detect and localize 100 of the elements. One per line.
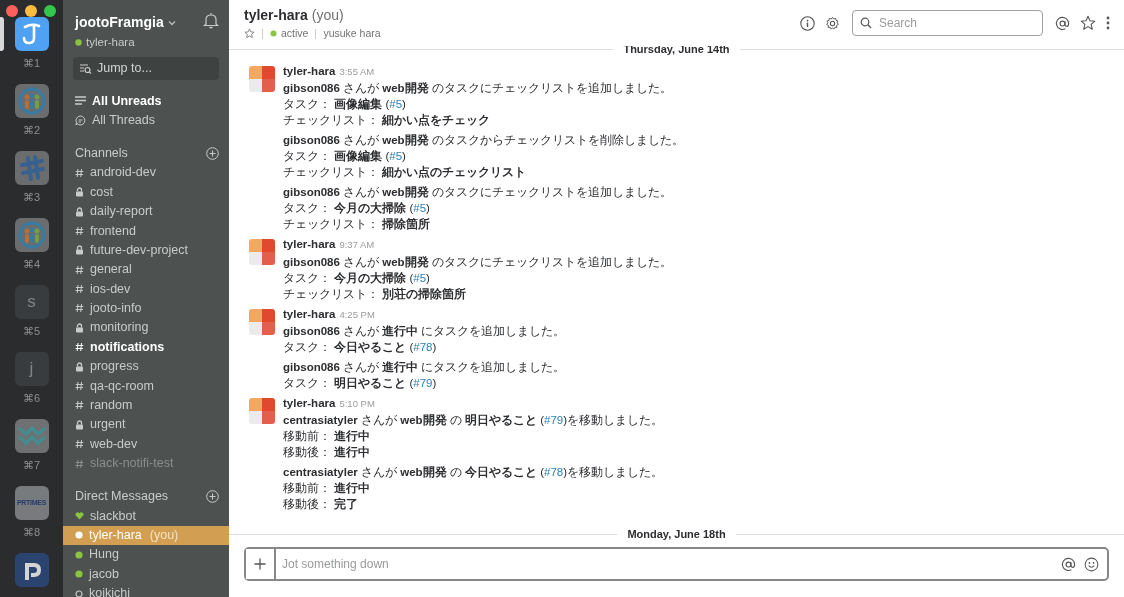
team-name[interactable]: jootoFramgia (75, 12, 164, 33)
channel-item[interactable]: progress (63, 356, 229, 377)
sidebar-item[interactable]: All Threads (63, 110, 229, 131)
timestamp[interactable]: 3:55 AM (339, 65, 375, 80)
mention-icon[interactable] (1055, 15, 1070, 31)
timestamp[interactable]: 5:10 PM (339, 396, 375, 411)
timestamp[interactable]: 4:25 PM (339, 307, 375, 322)
add-button[interactable] (246, 549, 276, 579)
star-icon[interactable] (244, 28, 255, 39)
message-text: 移動前： 進行中 (283, 481, 372, 496)
message-text: チェックリスト： 掃除箇所 (283, 217, 432, 233)
channel-item[interactable]: notifications (63, 337, 229, 357)
divider-line (315, 28, 317, 39)
jump-icon (79, 63, 92, 75)
workspace-icon[interactable]: j (14, 352, 49, 386)
mention-icon[interactable] (1061, 556, 1076, 572)
direct-message-item[interactable]: koikichi (63, 583, 229, 597)
workspace-initial: s (27, 291, 36, 314)
workspace-icon[interactable]: s (14, 285, 49, 319)
message-text: タスク： 画像編集 (#5) (283, 97, 407, 113)
message-text: gibson086 さんが web開発 のタスクにチェックリストを追加しました。 (283, 81, 673, 97)
full-name: yusuke hara (323, 25, 381, 41)
author-name[interactable]: tyler-hara (283, 63, 336, 81)
message-input[interactable]: Jot something down (276, 549, 1061, 579)
speech-bubble-icon (75, 114, 86, 126)
direct-message-item[interactable]: jacob (63, 564, 229, 584)
presence-dot-icon (75, 550, 83, 559)
minimize-button[interactable] (25, 5, 37, 17)
author-name[interactable]: tyler-hara (283, 394, 336, 412)
channel-item[interactable]: urgent (63, 415, 229, 435)
author-name[interactable]: tyler-hara (283, 305, 336, 323)
task-link[interactable]: #78 (413, 340, 433, 353)
workspace-icon[interactable] (14, 553, 49, 587)
message-text: タスク： 明日やること (#79) (283, 375, 438, 391)
channel-item[interactable]: general (63, 260, 229, 280)
more-icon[interactable] (1106, 16, 1110, 30)
timestamp[interactable]: 9:37 AM (339, 238, 375, 253)
message-text: チェックリスト： 別荘の掃除箇所 (283, 286, 468, 302)
avatar-icon (249, 239, 275, 266)
task-link[interactable]: #79 (413, 376, 433, 389)
task-link[interactable]: #79 (544, 414, 564, 426)
add-icon[interactable] (206, 146, 219, 160)
direct-message-item[interactable]: Hung (63, 545, 229, 565)
message-text: タスク： 今日やること (#78) (283, 339, 438, 355)
shortcut-label: ⌘1 (22, 56, 41, 71)
message-text: 移動後： 完了 (283, 496, 360, 512)
channel-item[interactable]: ios-dev (63, 279, 229, 299)
channel-item[interactable]: future-dev-project (63, 240, 229, 260)
settings-icon[interactable] (825, 15, 840, 31)
task-link[interactable]: #78 (544, 466, 564, 478)
channel-item[interactable]: android-dev (63, 163, 229, 183)
add-icon[interactable] (206, 489, 219, 503)
channel-item[interactable]: random (63, 395, 229, 416)
message-text: 移動後： 進行中 (283, 445, 372, 460)
message-text: 移動前： 進行中 (283, 429, 372, 444)
message-text: gibson086 さんが web開発 のタスクにチェックリストを追加しました。 (283, 185, 673, 201)
zoom-button[interactable] (44, 5, 56, 17)
star-icon[interactable] (1080, 15, 1096, 31)
message-text: タスク： 今月の大掃除 (#5) (283, 270, 431, 286)
shortcut-label: ⌘5 (22, 324, 41, 339)
section-title[interactable]: Direct Messages (75, 486, 169, 506)
message-text: gibson086 さんが 進行中 にタスクを追加しました。 (283, 359, 566, 375)
shortcut-label: ⌘4 (22, 257, 41, 272)
bell-icon[interactable] (203, 12, 219, 29)
shortcut-label: ⌘6 (22, 391, 41, 406)
presence-dot-icon (75, 39, 82, 47)
avatar-icon (249, 308, 275, 335)
direct-message-item[interactable]: slackbot (63, 506, 229, 526)
sidebar-item[interactable]: All Unreads (63, 91, 229, 111)
message-text: gibson086 さんが web開発 のタスクからチェックリストを削除しました。 (283, 133, 684, 149)
channel-item[interactable]: qa-qc-room (63, 376, 229, 396)
section-title[interactable]: Channels (75, 143, 128, 163)
dm-name: tyler-hara (89, 527, 142, 544)
workspace-icon[interactable] (14, 17, 49, 51)
shortcut-label: ⌘7 (22, 458, 41, 473)
message-text: centrasiatyler さんが web開発 の 明日やること (#79)を移動しました。 (283, 413, 663, 428)
close-button[interactable] (6, 5, 18, 17)
channel-item[interactable]: web-dev (63, 434, 229, 454)
you-label: (you) (311, 5, 344, 25)
emoji-icon[interactable] (1084, 556, 1099, 572)
channel-item[interactable]: frontend (63, 221, 229, 241)
presence-ring-icon (75, 589, 83, 597)
message-text: チェックリスト： 細かい点をチェック (283, 112, 492, 129)
avatar-icon (249, 397, 275, 424)
channel-item[interactable]: cost (63, 182, 229, 202)
channel-item[interactable]: daily-report (63, 201, 229, 222)
jump-to-field[interactable]: Jump to... (73, 57, 219, 81)
user-name: tyler-hara (86, 35, 135, 50)
search-field[interactable]: Search (852, 10, 1043, 36)
channel-item[interactable]: jooto-info (63, 298, 229, 319)
shortcut-label: ⌘2 (22, 123, 41, 138)
info-icon[interactable] (800, 15, 815, 31)
presence-dot-icon (75, 570, 83, 579)
message-text: タスク： 画像編集 (#5) (283, 149, 407, 165)
message-text: タスク： 今月の大掃除 (#5) (283, 201, 431, 217)
plus-icon (254, 558, 266, 570)
message-composer[interactable]: Jot something down (244, 547, 1109, 581)
author-name[interactable]: tyler-hara (283, 236, 336, 254)
channel-item[interactable]: monitoring (63, 318, 229, 338)
avatar-icon (249, 66, 275, 92)
